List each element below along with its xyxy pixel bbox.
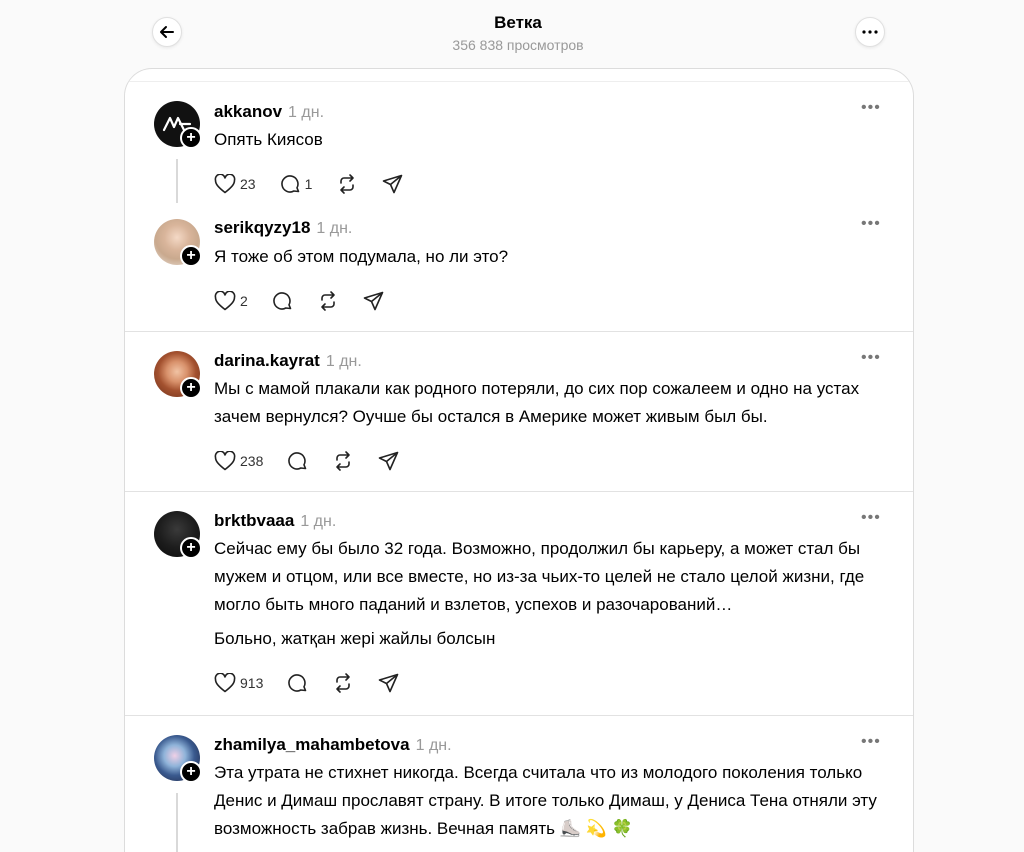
avatar[interactable]: + — [154, 101, 202, 149]
post-text: Эта утрата не стихнет никогда. Всегда сч… — [214, 763, 877, 838]
repost-button[interactable] — [317, 289, 339, 313]
like-count: 913 — [240, 675, 264, 691]
repost-button[interactable] — [332, 449, 354, 473]
follow-plus-icon[interactable]: + — [180, 127, 202, 149]
like-button[interactable]: 2 — [214, 289, 248, 313]
post-time: 1 дн. — [300, 513, 337, 530]
repost-icon — [336, 451, 351, 471]
comment-icon — [288, 451, 307, 470]
post-time: 1 дн. — [288, 104, 325, 121]
post: + darina.kayrat 1 дн. ••• Мы с мамой плак… — [125, 331, 913, 491]
comment-icon — [280, 174, 299, 193]
repost-button[interactable] — [336, 172, 358, 196]
post-username[interactable]: darina.kayrat 1 дн. — [214, 351, 362, 371]
post-time: 1 дн. — [316, 220, 353, 237]
post-text: Мы с мамой плакали как родного потеряли,… — [214, 379, 860, 426]
share-button[interactable] — [378, 449, 399, 473]
post-time: 1 дн. — [325, 353, 362, 370]
thread-connector — [176, 793, 178, 852]
post: + zhamilya_mahambetova 1 дн. ••• Эта утра… — [125, 715, 913, 852]
send-icon — [379, 451, 399, 471]
share-button[interactable] — [378, 671, 399, 695]
avatar[interactable]: + — [154, 351, 202, 399]
post-text: Сейчас ему бы было 32 года. Возможно, пр… — [214, 539, 865, 614]
post-actions: 238 — [214, 449, 423, 473]
post-more-icon[interactable]: ••• — [861, 510, 881, 526]
post-username[interactable]: brktbvaaa 1 дн. — [214, 511, 336, 531]
post-username[interactable]: zhamilya_mahambetova 1 дн. — [214, 735, 452, 755]
post-actions: 23 1 — [214, 172, 427, 196]
more-horizontal-icon — [862, 30, 878, 34]
post-time: 1 дн. — [415, 737, 452, 754]
post: + brktbvaaa 1 дн. ••• Сейчас ему бы было … — [125, 491, 913, 715]
thread-connector — [176, 159, 178, 203]
heart-icon — [214, 451, 236, 471]
post-actions: 913 — [214, 671, 423, 695]
reply-button[interactable]: 1 — [280, 172, 313, 196]
thread-card: + akkanov 1 дн. ••• Опять Киясов 23 1 + … — [124, 68, 914, 852]
avatar[interactable]: + — [154, 735, 202, 783]
send-icon — [379, 673, 399, 693]
repost-icon — [336, 673, 351, 693]
reply-count: 1 — [304, 176, 313, 192]
like-count: 238 — [240, 453, 264, 469]
heart-icon — [214, 291, 236, 311]
follow-plus-icon[interactable]: + — [180, 761, 202, 783]
post-text-second-paragraph: Больно, жатқан жері жайлы болсын — [214, 629, 496, 648]
like-button[interactable]: 913 — [214, 671, 263, 695]
more-options-button[interactable] — [855, 17, 885, 47]
follow-plus-icon[interactable]: + — [180, 537, 202, 559]
reply-button[interactable] — [272, 289, 293, 313]
post-more-icon[interactable]: ••• — [861, 100, 881, 116]
share-button[interactable] — [363, 289, 384, 313]
follow-plus-icon[interactable]: + — [180, 245, 202, 267]
post-more-icon[interactable]: ••• — [861, 734, 881, 750]
post-more-icon[interactable]: ••• — [861, 350, 881, 366]
like-count: 23 — [240, 176, 256, 192]
card-top-divider — [125, 81, 913, 82]
follow-plus-icon[interactable]: + — [180, 377, 202, 399]
send-icon — [383, 174, 403, 194]
like-button[interactable]: 238 — [214, 449, 263, 473]
reply-button[interactable] — [287, 671, 308, 695]
repost-icon — [340, 174, 355, 194]
post-actions: 2 — [214, 289, 408, 313]
share-button[interactable] — [382, 172, 403, 196]
like-count: 2 — [240, 293, 248, 309]
reply-button[interactable] — [287, 449, 308, 473]
post: + serikqyzy18 1 дн. ••• Я тоже об этом по… — [125, 213, 913, 331]
avatar[interactable]: + — [154, 511, 202, 559]
post: + akkanov 1 дн. ••• Опять Киясов 23 1 — [125, 97, 913, 205]
top-bar: Ветка 356 838 просмотров — [0, 0, 1024, 68]
post-more-icon[interactable]: ••• — [861, 216, 881, 232]
like-button[interactable]: 23 — [214, 172, 256, 196]
send-icon — [363, 291, 384, 311]
comment-icon — [272, 291, 292, 310]
post-username[interactable]: serikqyzy18 1 дн. — [214, 218, 352, 238]
heart-icon — [214, 673, 236, 693]
post-text: Опять Киясов — [214, 130, 323, 149]
repost-button[interactable] — [332, 671, 354, 695]
avatar[interactable]: + — [154, 219, 202, 267]
comment-icon — [288, 673, 307, 692]
post-username[interactable]: akkanov 1 дн. — [214, 102, 324, 122]
repost-icon — [320, 291, 335, 311]
post-text: Я тоже об этом подумала, но ли это? — [214, 247, 509, 266]
heart-icon — [214, 174, 236, 194]
